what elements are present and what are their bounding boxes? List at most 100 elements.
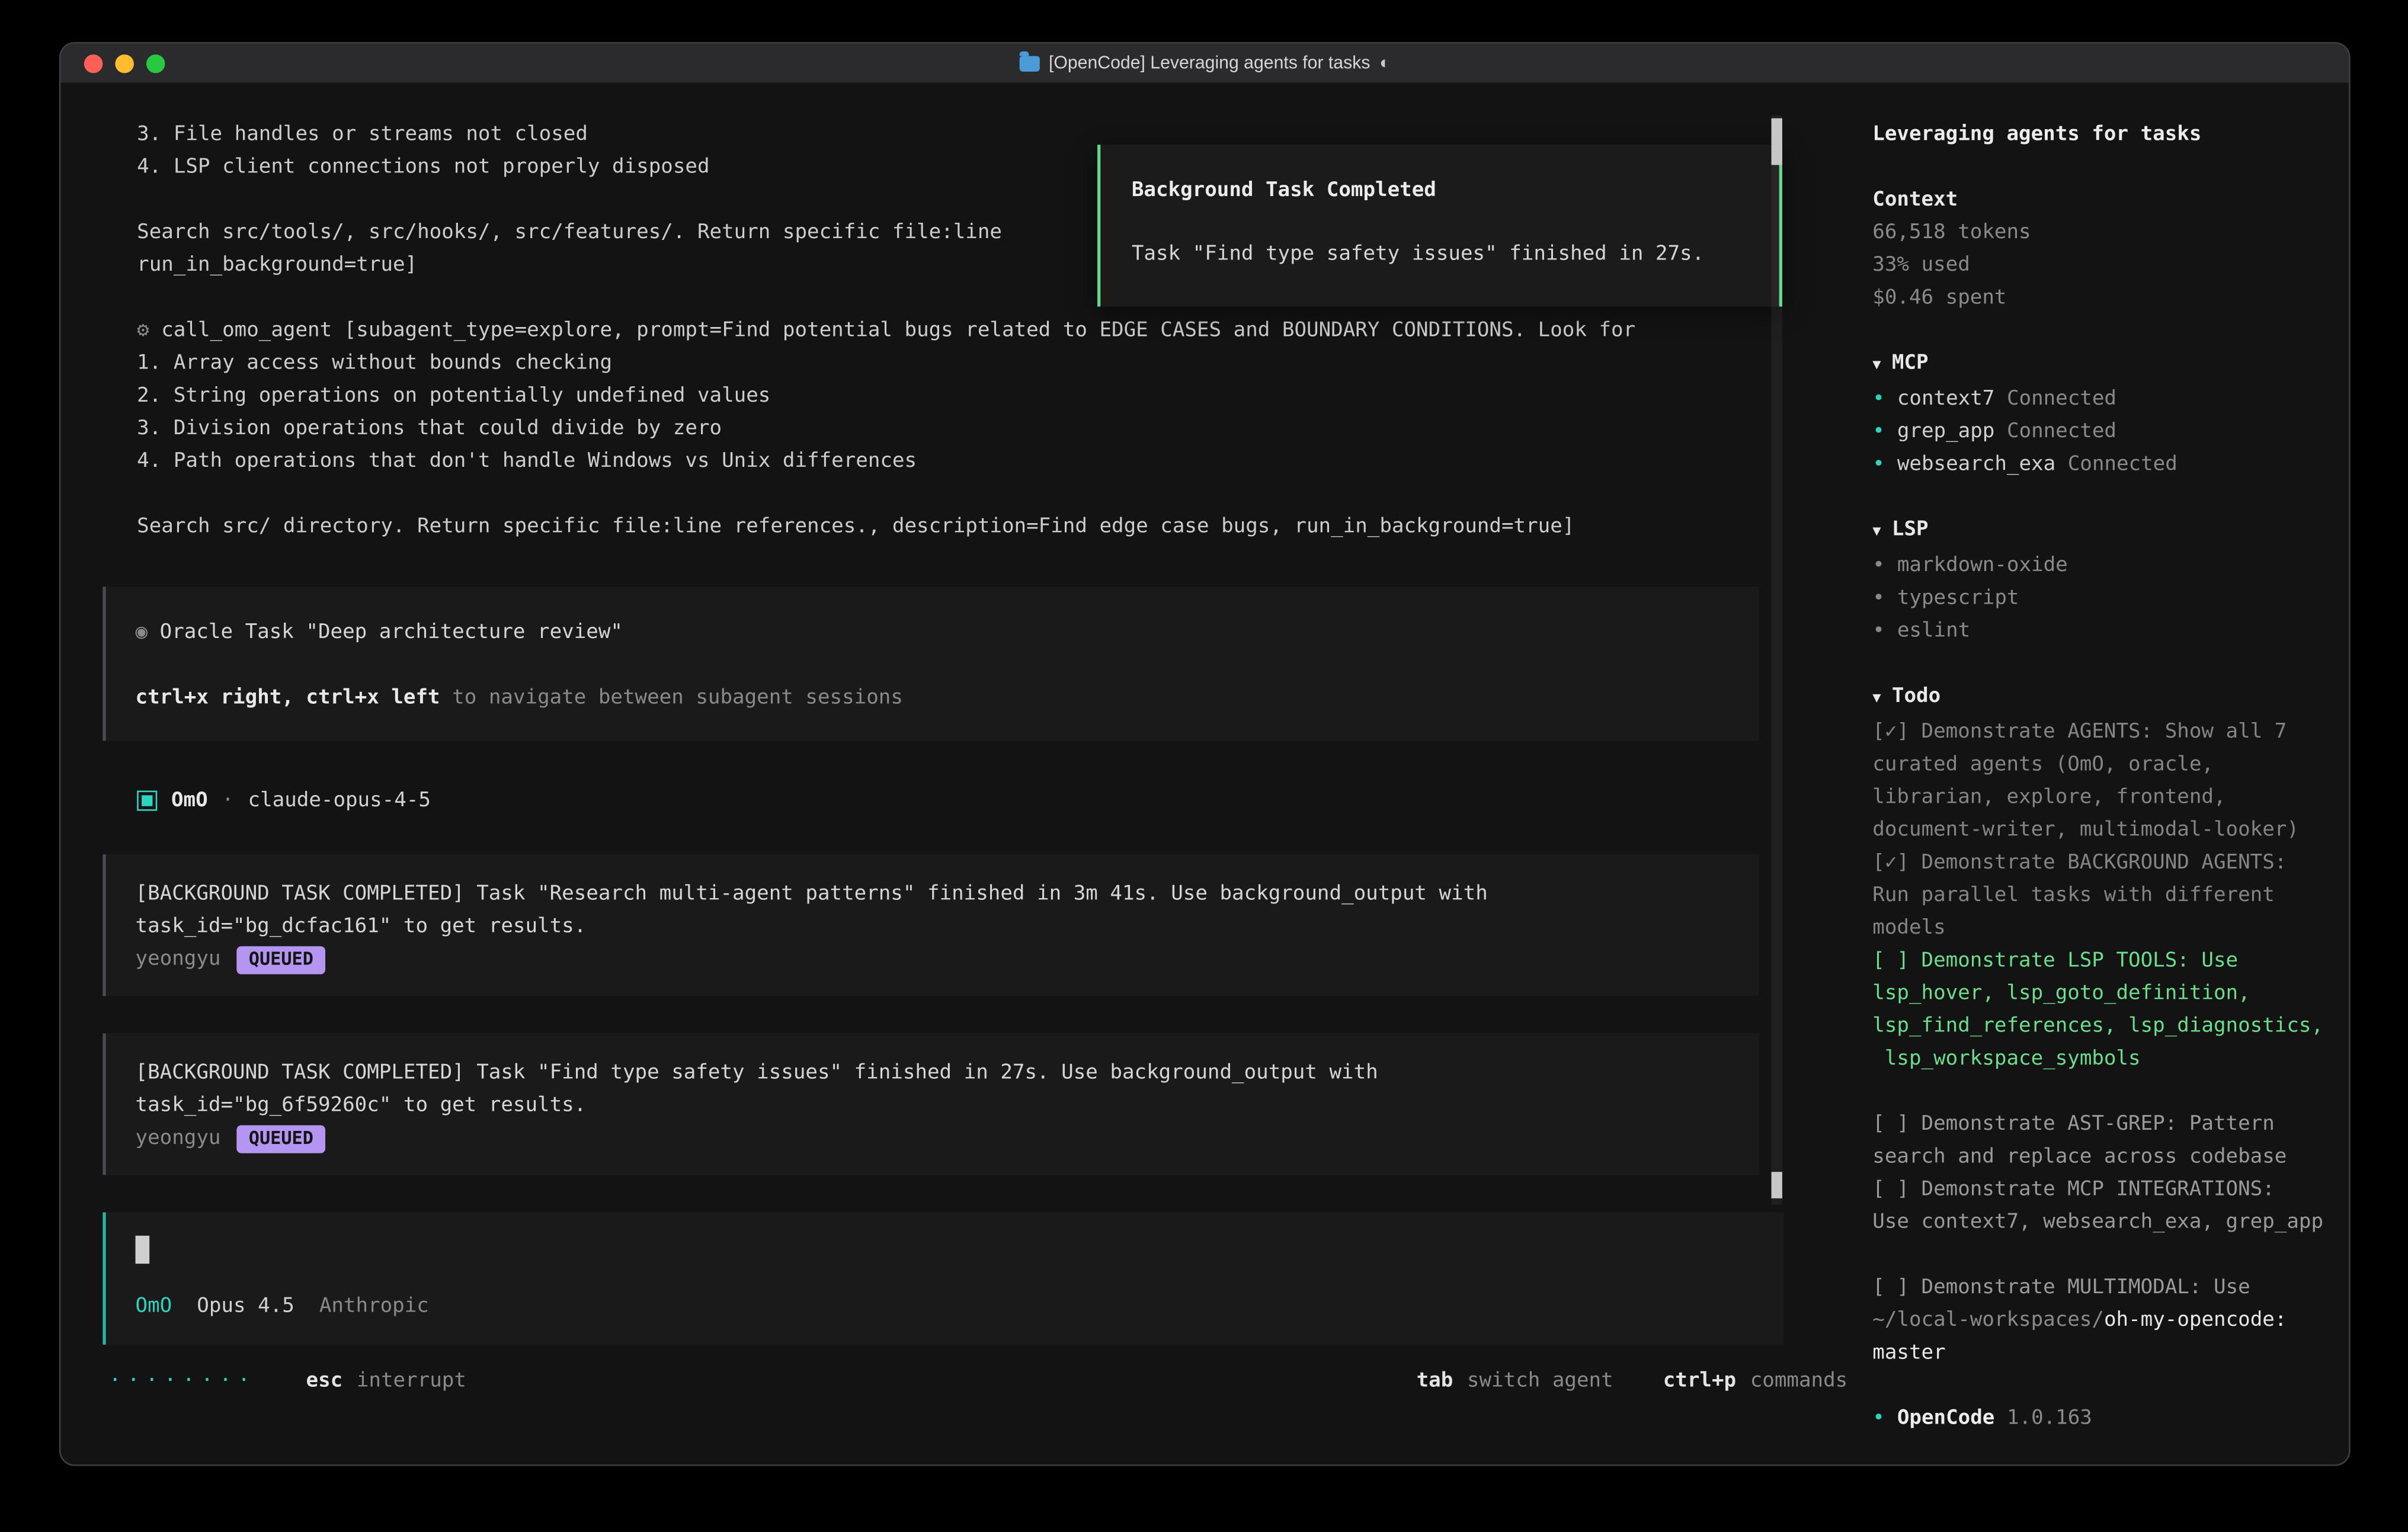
todo-section: Todo [✓] Demonstrate AGENTS: Show all 7c…	[1872, 680, 2339, 1304]
lsp-name: typescript	[1897, 582, 2019, 614]
queued-badge: QUEUED	[236, 1124, 326, 1152]
esc-key-hint: esc	[306, 1365, 343, 1398]
main-scrollbar-thumb[interactable]	[1772, 1172, 1782, 1198]
message-line: task_id="bg_dcfac161" to get results.	[136, 911, 1730, 943]
mcp-status: Connected	[2007, 420, 2116, 443]
gear-icon: ⚙	[137, 319, 149, 342]
message-box: [BACKGROUND TASK COMPLETED] Task "Find t…	[103, 1033, 1759, 1175]
tool-call-item: 4. Path operations that don't handle Win…	[137, 445, 1847, 477]
footer-text: OpenCode 1.0.163	[1897, 1402, 2092, 1435]
bullet-icon	[1872, 415, 1885, 448]
workspace-branch: master	[1872, 1341, 1945, 1364]
screen: [OpenCode] Leveraging agents for tasks ◐…	[0, 0, 2408, 1531]
workspace-dir: ~/local-workspaces/	[1872, 1309, 2104, 1332]
message-line: [BACKGROUND TASK COMPLETED] Task "Resear…	[136, 878, 1730, 911]
mcp-item: context7 Connected	[1872, 383, 2339, 415]
lsp-name: markdown-oxide	[1897, 549, 2068, 582]
workspace-repo: oh-my-opencode:	[2104, 1309, 2287, 1332]
todo-section-header[interactable]: Todo	[1872, 680, 2339, 716]
folder-icon	[1019, 55, 1039, 70]
mcp-item-text: context7 Connected	[1897, 383, 2116, 415]
bullet-icon	[1872, 383, 1885, 415]
lsp-item: eslint	[1872, 615, 2339, 648]
mcp-status: Connected	[2068, 453, 2178, 476]
terminal-main: 3. File handles or streams not closed 4.…	[60, 84, 1847, 1464]
tool-call-item: 3. Division operations that could divide…	[137, 412, 1847, 445]
mcp-item: grep_app Connected	[1872, 415, 2339, 448]
session-title: Leveraging agents for tasks	[1872, 118, 2339, 151]
separator-dot: ·	[222, 784, 234, 817]
mcp-item-text: grep_app Connected	[1897, 415, 2116, 448]
bullet-icon	[1872, 549, 1885, 582]
input-agent-name: OmO	[136, 1290, 172, 1323]
lsp-heading: LSP	[1892, 518, 1929, 541]
record-icon: ◉	[136, 621, 148, 644]
oracle-task-title-text: Oracle Task "Deep architecture review"	[160, 621, 623, 644]
input-provider: Anthropic	[319, 1290, 429, 1323]
app-name: OpenCode	[1897, 1407, 1995, 1430]
context-spent: $0.46 spent	[1872, 281, 2339, 314]
lsp-item: markdown-oxide	[1872, 549, 2339, 582]
message-meta: yeongyu QUEUED	[136, 1122, 1730, 1155]
titlebar: [OpenCode] Leveraging agents for tasks ◐	[60, 44, 2349, 84]
background-task-toast: Background Task Completed Task "Find typ…	[1097, 145, 1782, 306]
mcp-name: context7	[1897, 387, 1995, 411]
lsp-list: markdown-oxide typescript eslint	[1872, 549, 2339, 648]
tool-call-item: 1. Array access without bounds checking	[137, 347, 1847, 380]
content: 3. File handles or streams not closed 4.…	[60, 84, 2349, 1464]
toast-title: Background Task Completed	[1132, 174, 1748, 207]
mcp-item: websearch_exa Connected	[1872, 448, 2339, 481]
message-author: yeongyu	[136, 943, 221, 976]
mcp-list: context7 Connected grep_app Connected we…	[1872, 383, 2339, 481]
mcp-item-text: websearch_exa Connected	[1897, 448, 2178, 481]
status-left: ········ esc interrupt	[109, 1365, 466, 1398]
prompt-input[interactable]: OmO Opus 4.5 Anthropic	[103, 1212, 1783, 1344]
ctrlp-key-label: commands	[1750, 1365, 1848, 1398]
window-title: [OpenCode] Leveraging agents for tasks ◐	[60, 44, 2349, 83]
agent-icon	[137, 791, 157, 811]
lsp-section-header[interactable]: LSP	[1872, 514, 2339, 549]
text-cursor	[136, 1236, 150, 1264]
context-section: Context 66,518 tokens 33% used $0.46 spe…	[1872, 184, 2339, 315]
status-bar: ········ esc interrupt tab switch agent …	[109, 1365, 1847, 1398]
todo-item: [ ] Demonstrate AST-GREP: Patternsearch …	[1872, 1108, 2339, 1173]
ctrlp-key-hint: ctrl+p	[1663, 1365, 1736, 1398]
context-used: 33% used	[1872, 249, 2339, 281]
oracle-task-box: ◉ Oracle Task "Deep architecture review"…	[103, 586, 1759, 741]
input-model: Opus 4.5	[197, 1290, 294, 1323]
esc-key-label: interrupt	[357, 1365, 466, 1398]
queued-badge: QUEUED	[236, 946, 326, 973]
chevron-down-icon	[1872, 685, 1892, 708]
message-line: task_id="bg_6f59260c" to get results.	[136, 1089, 1730, 1122]
tab-key-hint: tab	[1417, 1365, 1453, 1398]
main-scrollbar-thumb[interactable]	[1772, 118, 1782, 165]
tab-key-label: switch agent	[1467, 1365, 1613, 1398]
app-footer: OpenCode 1.0.163	[1872, 1402, 2339, 1435]
todo-item: [✓] Demonstrate BACKGROUND AGENTS:Run pa…	[1872, 847, 2339, 945]
message-line: [BACKGROUND TASK COMPLETED] Task "Find t…	[136, 1057, 1730, 1089]
message-author: yeongyu	[136, 1122, 221, 1155]
terminal-blank-line	[137, 477, 1847, 510]
todo-item: [ ] Demonstrate LSP TOOLS: Uselsp_hover,…	[1872, 945, 2339, 1076]
bullet-icon	[1872, 448, 1885, 481]
mcp-heading: MCP	[1892, 352, 1929, 375]
app-version: 1.0.163	[2007, 1407, 2092, 1430]
bullet-icon	[1872, 615, 1885, 648]
tool-call-item: 2. String operations on potentially unde…	[137, 380, 1847, 412]
agent-name: OmO	[171, 784, 208, 817]
mcp-section: MCP context7 Connected grep_app Connecte…	[1872, 347, 2339, 481]
lsp-name: eslint	[1897, 615, 1970, 648]
lsp-section: LSP markdown-oxide typescript	[1872, 514, 2339, 648]
chevron-down-icon	[1872, 352, 1892, 375]
mcp-name: websearch_exa	[1897, 453, 2055, 476]
bullet-icon	[1872, 1402, 1885, 1435]
half-moon-icon: ◐	[1379, 54, 1390, 73]
terminal-window: [OpenCode] Leveraging agents for tasks ◐…	[59, 42, 2351, 1466]
mcp-section-header[interactable]: MCP	[1872, 347, 2339, 383]
toast-body: Task "Find type safety issues" finished …	[1132, 238, 1748, 271]
todo-heading: Todo	[1892, 685, 1941, 708]
context-tokens: 66,518 tokens	[1872, 216, 2339, 249]
window-title-text: [OpenCode] Leveraging agents for tasks	[1049, 54, 1370, 73]
tool-call-header-text: call_omo_agent [subagent_type=explore, p…	[161, 319, 1635, 342]
main-scrollbar-track	[1772, 115, 1782, 1204]
